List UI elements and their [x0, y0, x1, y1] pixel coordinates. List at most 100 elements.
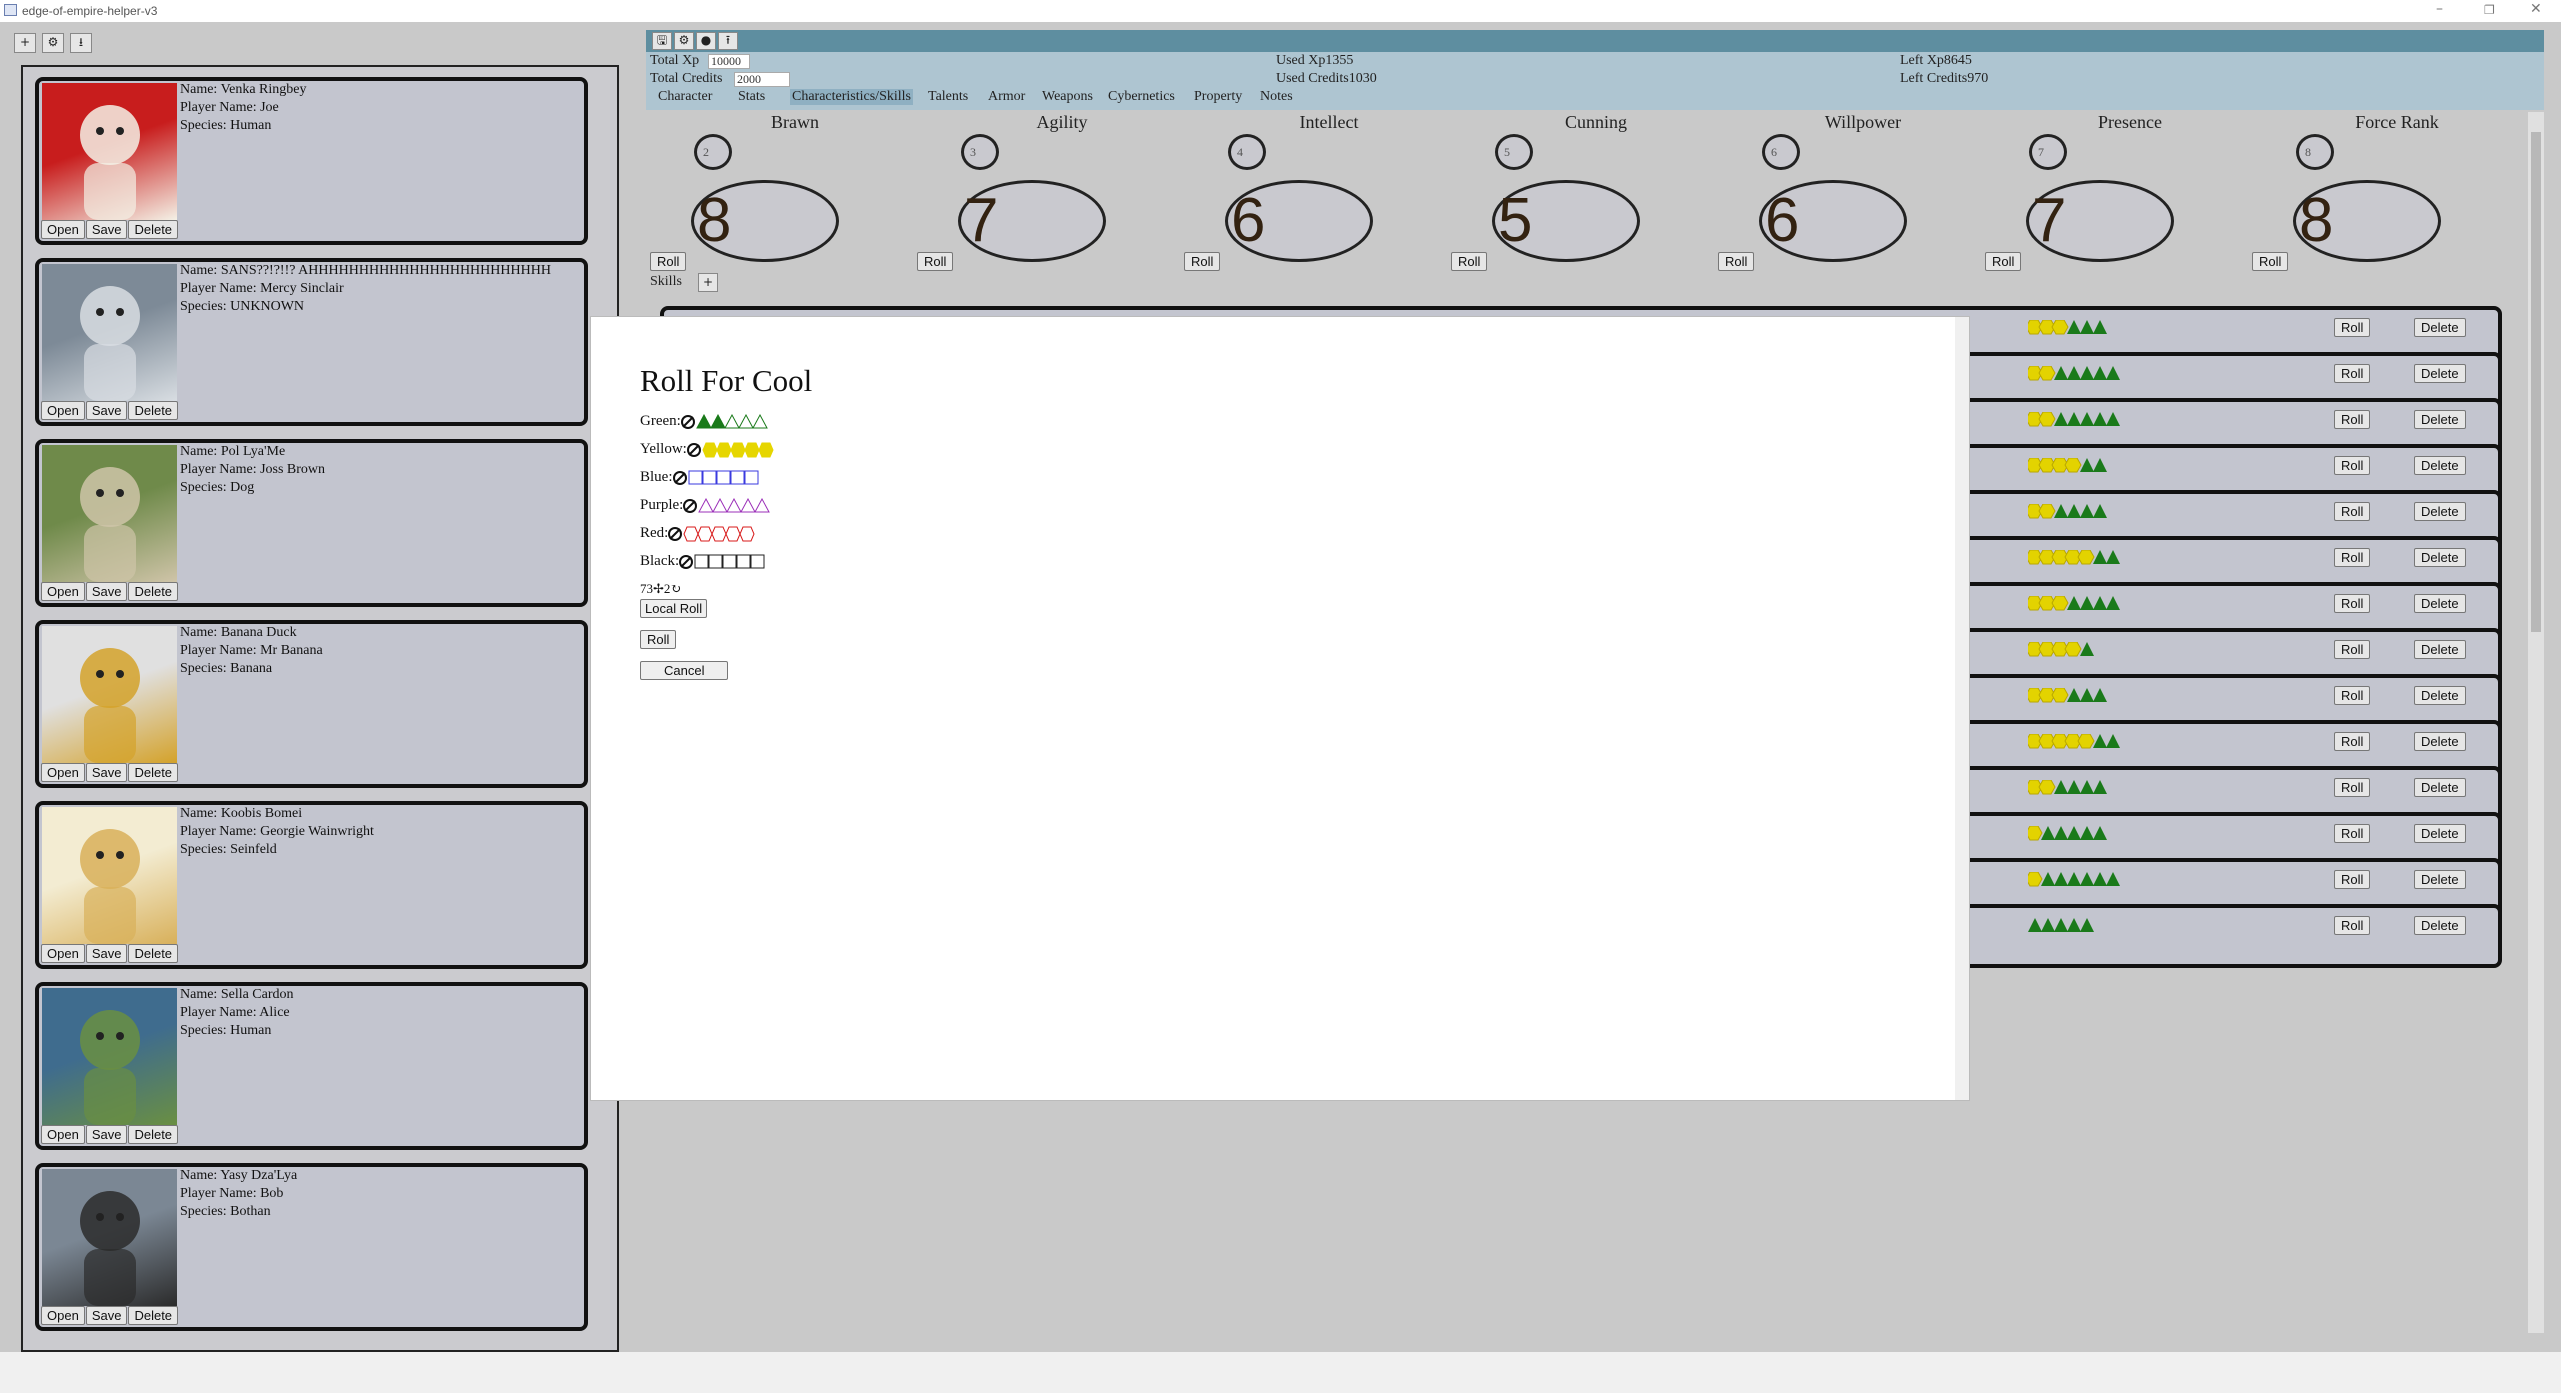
roll-skill-button[interactable]: Roll [2334, 364, 2371, 383]
roll-skill-button[interactable]: Roll [2334, 824, 2371, 843]
upload-button[interactable]: ⭱ [718, 32, 738, 50]
delete-skill-button[interactable]: Delete [2414, 824, 2466, 843]
delete-skill-button[interactable]: Delete [2414, 640, 2466, 659]
dice-selector[interactable] [679, 554, 769, 570]
roll-characteristic-button[interactable]: Roll [1184, 252, 1221, 271]
roll-skill-button[interactable]: Roll [2334, 548, 2371, 567]
dice-selector[interactable] [683, 497, 773, 514]
settings-button[interactable]: ⚙ [42, 33, 64, 53]
roll-button[interactable]: Roll [640, 630, 677, 649]
local-roll-button[interactable]: Local Roll [640, 599, 708, 618]
roll-skill-button[interactable]: Roll [2334, 916, 2371, 935]
characteristic-value[interactable]: 6 [1225, 180, 1373, 262]
roll-skill-button[interactable]: Roll [2334, 640, 2371, 659]
characteristic-cost[interactable]: 7 [2029, 134, 2067, 170]
cancel-button[interactable]: Cancel [640, 661, 729, 680]
close-icon[interactable]: ✕ [2530, 1, 2542, 17]
characteristic-cost[interactable]: 5 [1495, 134, 1533, 170]
tab-character[interactable]: Character [656, 89, 714, 105]
save-button[interactable]: Save [85, 944, 128, 963]
dice-selector[interactable] [672, 470, 763, 486]
delete-skill-button[interactable]: Delete [2414, 778, 2466, 797]
roll-skill-button[interactable]: Roll [2334, 778, 2371, 797]
download-button[interactable]: ⭳ [70, 33, 92, 53]
refresh-icon[interactable]: ↻ [670, 581, 681, 596]
tab-characteristics-skills[interactable]: Characteristics/Skills [790, 89, 913, 105]
dialog-scrollbar[interactable] [1955, 317, 1969, 1100]
open-button[interactable]: Open [41, 944, 85, 963]
open-button[interactable]: Open [41, 220, 85, 239]
tab-property[interactable]: Property [1192, 89, 1244, 105]
delete-skill-button[interactable]: Delete [2414, 410, 2466, 429]
characteristic-value[interactable]: 6 [1759, 180, 1907, 262]
characteristic-value[interactable]: 8 [691, 180, 839, 262]
delete-skill-button[interactable]: Delete [2414, 916, 2466, 935]
roll-skill-button[interactable]: Roll [2334, 456, 2371, 475]
characteristic-value[interactable]: 5 [1492, 180, 1640, 262]
roll-skill-button[interactable]: Roll [2334, 870, 2371, 889]
dice-selector[interactable] [668, 526, 758, 542]
delete-skill-button[interactable]: Delete [2414, 870, 2466, 889]
roll-skill-button[interactable]: Roll [2334, 502, 2371, 521]
delete-skill-button[interactable]: Delete [2414, 318, 2466, 337]
characteristic-value[interactable]: 8 [2293, 180, 2441, 262]
characteristic-cost[interactable]: 8 [2296, 134, 2334, 170]
delete-button[interactable]: Delete [128, 1125, 179, 1144]
characteristic-cost[interactable]: 3 [961, 134, 999, 170]
open-button[interactable]: Open [41, 1306, 85, 1325]
delete-button[interactable]: Delete [128, 763, 179, 782]
dice-selector[interactable] [686, 442, 777, 458]
save-button[interactable]: Save [85, 763, 128, 782]
total-xp-input[interactable]: 10000 [708, 54, 750, 69]
roll-characteristic-button[interactable]: Roll [1451, 252, 1488, 271]
roll-skill-button[interactable]: Roll [2334, 318, 2371, 337]
save-button[interactable]: Save [85, 1306, 128, 1325]
delete-button[interactable]: Delete [128, 944, 179, 963]
roll-skill-button[interactable]: Roll [2334, 732, 2371, 751]
open-button[interactable]: Open [41, 1125, 85, 1144]
characteristic-cost[interactable]: 6 [1762, 134, 1800, 170]
save-sheet-button[interactable]: 🖫 [652, 32, 672, 50]
delete-skill-button[interactable]: Delete [2414, 548, 2466, 567]
characteristic-value[interactable]: 7 [958, 180, 1106, 262]
characteristic-cost[interactable]: 2 [694, 134, 732, 170]
sheet-settings-button[interactable]: ⚙ [674, 32, 694, 50]
tab-talents[interactable]: Talents [926, 89, 970, 105]
total-credits-input[interactable]: 2000 [734, 72, 790, 87]
save-button[interactable]: Save [85, 401, 128, 420]
open-button[interactable]: Open [41, 401, 85, 420]
characteristic-cost[interactable]: 4 [1228, 134, 1266, 170]
roll-skill-button[interactable]: Roll [2334, 410, 2371, 429]
delete-skill-button[interactable]: Delete [2414, 502, 2466, 521]
save-button[interactable]: Save [85, 1125, 128, 1144]
open-button[interactable]: Open [41, 763, 85, 782]
roll-skill-button[interactable]: Roll [2334, 686, 2371, 705]
delete-button[interactable]: Delete [128, 1306, 179, 1325]
save-button[interactable]: Save [85, 582, 128, 601]
tab-notes[interactable]: Notes [1258, 89, 1295, 105]
scrollbar-thumb[interactable] [2531, 132, 2541, 632]
delete-button[interactable]: Delete [128, 401, 179, 420]
tab-weapons[interactable]: Weapons [1040, 89, 1095, 105]
tab-armor[interactable]: Armor [986, 89, 1027, 105]
roll-skill-button[interactable]: Roll [2334, 594, 2371, 613]
roll-characteristic-button[interactable]: Roll [650, 252, 687, 271]
open-button[interactable]: Open [41, 582, 85, 601]
tab-cybernetics[interactable]: Cybernetics [1106, 89, 1177, 105]
delete-skill-button[interactable]: Delete [2414, 456, 2466, 475]
restore-icon[interactable]: ❐ [2484, 3, 2495, 17]
delete-skill-button[interactable]: Delete [2414, 364, 2466, 383]
delete-skill-button[interactable]: Delete [2414, 732, 2466, 751]
save-button[interactable]: Save [85, 220, 128, 239]
dice-selector[interactable] [680, 413, 771, 430]
roll-characteristic-button[interactable]: Roll [2252, 252, 2289, 271]
record-button[interactable]: ● [696, 32, 716, 50]
roll-characteristic-button[interactable]: Roll [1718, 252, 1755, 271]
tab-stats[interactable]: Stats [736, 89, 767, 105]
delete-skill-button[interactable]: Delete [2414, 686, 2466, 705]
minimize-icon[interactable]: – [2436, 1, 2443, 17]
add-skill-button[interactable]: + [698, 273, 718, 292]
delete-button[interactable]: Delete [128, 582, 179, 601]
delete-skill-button[interactable]: Delete [2414, 594, 2466, 613]
roll-characteristic-button[interactable]: Roll [917, 252, 954, 271]
